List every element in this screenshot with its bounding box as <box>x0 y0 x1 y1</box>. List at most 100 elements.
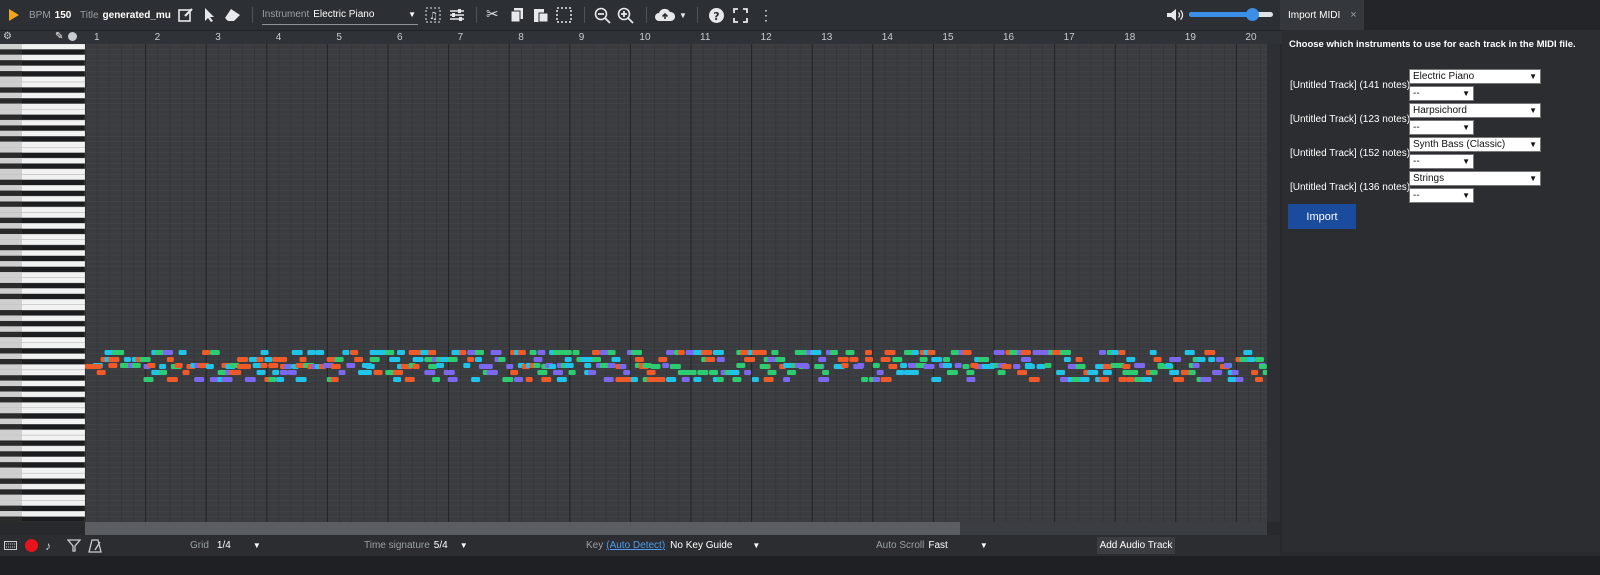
filter-button[interactable] <box>67 535 81 556</box>
auto-detect-link[interactable]: (Auto Detect) <box>606 540 665 551</box>
import-button[interactable]: Import <box>1288 204 1356 229</box>
key-shade <box>0 283 22 289</box>
select-box-button[interactable] <box>556 0 572 30</box>
midi-note <box>248 377 256 382</box>
keyboard-button[interactable] <box>4 535 17 556</box>
bar-number[interactable]: 12 <box>761 31 772 44</box>
bar-number[interactable]: 20 <box>1245 31 1256 44</box>
eraser-tool-button[interactable] <box>224 0 242 30</box>
cloud-upload-button[interactable]: ▼ <box>655 0 687 30</box>
horizontal-scrollbar-thumb[interactable] <box>85 522 960 535</box>
track-instrument-select[interactable]: Harpsichord ▼ <box>1409 103 1541 118</box>
bar-number[interactable]: 4 <box>276 31 282 44</box>
key-shade <box>0 185 22 191</box>
bar-number[interactable]: 5 <box>336 31 342 44</box>
key-shade <box>0 217 22 224</box>
key-select[interactable]: Key (Auto Detect) No Key Guide ▼ <box>586 535 760 556</box>
cut-button[interactable]: ✂ <box>486 0 499 30</box>
bar-number[interactable]: 16 <box>1003 31 1014 44</box>
volume-button[interactable] <box>1166 0 1184 30</box>
copy-button[interactable] <box>510 0 524 30</box>
midi-note <box>272 370 280 375</box>
help-button[interactable]: ? <box>708 0 725 30</box>
more-menu-button[interactable]: ⋮ <box>759 0 773 30</box>
midi-note <box>252 363 262 368</box>
title-field[interactable]: Title generated_musi <box>80 0 171 30</box>
track-secondary-select[interactable]: -- ▼ <box>1409 154 1474 169</box>
bpm-value[interactable]: 150 <box>55 10 72 21</box>
midi-note <box>783 363 793 368</box>
paste-button[interactable] <box>533 0 549 30</box>
pencil-icon[interactable]: ✎ <box>55 31 63 42</box>
track-instrument-select[interactable]: Electric Piano ▼ <box>1409 69 1541 84</box>
midi-note <box>404 377 415 382</box>
note-settings-button[interactable]: ♫ <box>425 0 441 30</box>
bar-number[interactable]: 2 <box>155 31 161 44</box>
auto-scroll-select[interactable]: Auto Scroll Fast ▼ <box>876 535 988 556</box>
note-grid-canvas[interactable] <box>85 44 1267 522</box>
bar-number[interactable]: 9 <box>579 31 585 44</box>
key-shade <box>0 120 22 126</box>
metronome-button[interactable] <box>88 535 102 556</box>
track-secondary-select[interactable]: -- ▼ <box>1409 188 1474 203</box>
chevron-down-icon: ▼ <box>1529 72 1537 81</box>
bar-number[interactable]: 13 <box>821 31 832 44</box>
pointer-tool-button[interactable] <box>203 0 215 30</box>
time-signature-select[interactable]: Time signature 5/4 ▼ <box>364 535 468 556</box>
add-audio-track-button[interactable]: Add Audio Track <box>1097 537 1175 554</box>
zoom-out-button[interactable] <box>594 0 611 30</box>
play-button[interactable] <box>8 0 20 30</box>
status-strip <box>0 556 1600 575</box>
midi-note <box>744 370 752 375</box>
bar-number[interactable]: 1 <box>94 31 100 44</box>
midi-note <box>623 370 631 375</box>
bar-number[interactable]: 10 <box>639 31 650 44</box>
bar-number[interactable]: 8 <box>518 31 524 44</box>
volume-slider[interactable] <box>1189 8 1273 21</box>
bpm-field[interactable]: BPM 150 <box>29 0 71 30</box>
key-label: Key <box>586 540 604 551</box>
record-button[interactable] <box>25 535 38 556</box>
close-icon[interactable]: × <box>1350 9 1356 21</box>
tab-import-midi[interactable]: Import MIDI × <box>1280 0 1364 30</box>
track-instrument-select[interactable]: Synth Bass (Classic) ▼ <box>1409 137 1541 152</box>
midi-note <box>432 377 441 382</box>
bar-number[interactable]: 6 <box>397 31 403 44</box>
bar-number[interactable]: 15 <box>942 31 953 44</box>
clock-icon[interactable] <box>68 32 77 41</box>
bar-number[interactable]: 11 <box>700 31 710 44</box>
midi-note <box>166 357 174 362</box>
title-input[interactable]: generated_musi <box>103 10 171 21</box>
key-shade <box>0 114 22 121</box>
piano-keyboard[interactable] <box>0 44 85 522</box>
grid-select[interactable]: Grid 1/4 ▼ <box>190 535 261 556</box>
zoom-in-button[interactable] <box>617 0 634 30</box>
fullscreen-button[interactable] <box>733 0 748 30</box>
record-icon <box>25 539 38 552</box>
key-shade <box>0 266 22 273</box>
midi-note <box>143 377 154 382</box>
track-instrument-select[interactable]: Strings ▼ <box>1409 171 1541 186</box>
bar-number[interactable]: 17 <box>1064 31 1075 44</box>
chevron-down-icon: ▼ <box>752 541 761 550</box>
vertical-scrollbar[interactable] <box>1267 44 1280 522</box>
bar-number[interactable]: 18 <box>1124 31 1135 44</box>
midi-note <box>510 370 519 375</box>
volume-slider-handle[interactable] <box>1246 8 1259 21</box>
piano-keys[interactable] <box>0 44 85 522</box>
instrument-select[interactable]: Instrument Electric Piano ▼ <box>262 4 418 25</box>
midi-input-button[interactable]: ♪ <box>45 535 51 556</box>
track-secondary-select[interactable]: -- ▼ <box>1409 86 1474 101</box>
track-secondary-select[interactable]: -- ▼ <box>1409 120 1474 135</box>
timeline-ruler[interactable]: 1 2 3 4 5 6 7 8 9 10 11 12 13 14 15 16 17 18 19 20 <box>85 31 1292 44</box>
bar-number[interactable]: 7 <box>458 31 464 44</box>
midi-note <box>876 370 884 375</box>
gear-icon[interactable]: ⚙ <box>3 31 12 42</box>
edit-button[interactable] <box>178 0 194 30</box>
mixer-button[interactable] <box>449 0 465 30</box>
bar-number[interactable]: 3 <box>215 31 221 44</box>
bar-number[interactable]: 14 <box>882 31 893 44</box>
bar-number[interactable]: 19 <box>1185 31 1196 44</box>
note-grid[interactable] <box>85 44 1267 522</box>
key-shade <box>0 456 22 463</box>
